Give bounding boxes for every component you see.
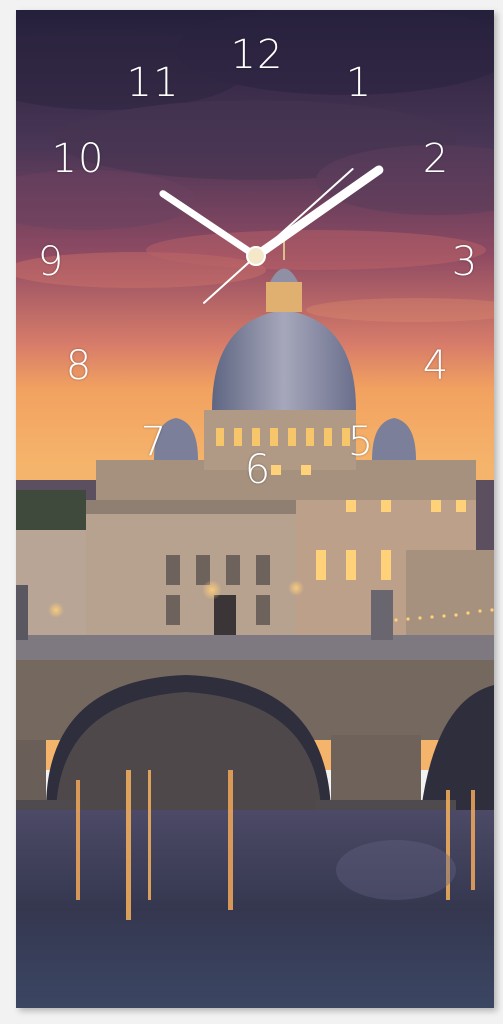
river [16, 810, 494, 1008]
numeral-11: 11 [126, 60, 180, 106]
numeral-6: 6 [244, 447, 272, 493]
clock-center-hub [246, 246, 266, 266]
numeral-10: 10 [51, 136, 105, 182]
numeral-8: 8 [65, 343, 93, 389]
numeral-4: 4 [422, 343, 450, 389]
numeral-5: 5 [347, 419, 375, 465]
numeral-3: 3 [451, 239, 479, 285]
numeral-12: 12 [230, 32, 284, 78]
wall-clock-panel: 12 1 2 3 4 5 6 7 8 9 10 11 [16, 10, 494, 1008]
numeral-9: 9 [37, 239, 65, 285]
numeral-2: 2 [422, 136, 450, 182]
numeral-1: 1 [345, 60, 373, 106]
numeral-7: 7 [140, 419, 168, 465]
